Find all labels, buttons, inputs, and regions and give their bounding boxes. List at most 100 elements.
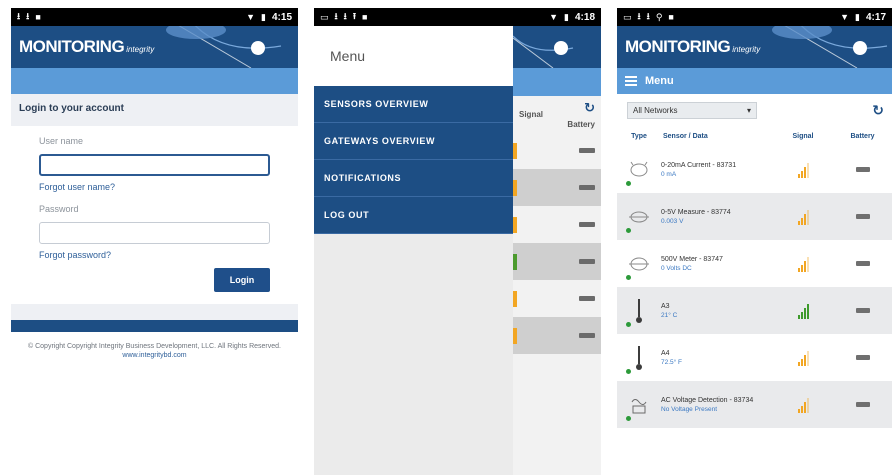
menu-item-log-out[interactable]: LOG OUT [314,197,513,234]
battery-icon [579,222,595,227]
screenshot-icon: ▭ [623,11,632,22]
battery-column-header: Battery [567,119,595,129]
refresh-icon[interactable]: ↻ [872,102,884,119]
sensors-screen: ▭ ⭳ ⭳ ⚲ ■ ▼ ▮ 4:17 MONITORING integrity Menu Al… [617,8,892,475]
table-row [513,132,601,169]
upload-icon: ⭱ [352,11,356,21]
sensor-reading: 72.5° F [661,358,683,366]
signal-strength-icon [797,256,809,272]
battery-icon [579,333,595,338]
sensor-row[interactable]: A4 72.5° F [617,334,892,381]
battery-icon: ▮ [855,11,860,22]
menu-item-sensors-overview[interactable]: SENSORS OVERVIEW [314,86,513,123]
battery-column-header: Battery [850,132,875,140]
sensor-reading: No Voltage Present [661,405,718,413]
battery-icon [855,167,870,172]
refresh-icon[interactable]: ↻ [584,100,595,116]
network-select[interactable]: All Networks ▾ [627,101,757,119]
sensor-column-header: Sensor / Data [663,132,708,140]
spacer-strip [11,304,298,320]
sensor-reading: 0 mA [661,170,677,178]
wifi-icon: ▼ [246,12,256,22]
status-dot [626,416,631,421]
header-band [513,68,601,96]
voltage-sensor-icon [629,211,649,222]
wifi-icon: ▼ [549,12,559,22]
sensor-name: 500V Meter - 83747 [661,255,723,263]
forgot-password-link[interactable]: Forgot password? [39,250,270,260]
signal-strength-icon [797,209,809,225]
website-link[interactable]: www.integritybd.com [25,351,284,360]
network-filter-row: All Networks ▾ ↻ [617,94,892,126]
usb-icon: ⚲ [655,11,663,22]
signal-strength-icon [797,303,809,319]
battery-icon: ▮ [261,11,266,22]
menu-item-notifications[interactable]: NOTIFICATIONS [314,160,513,197]
sensor-table-header: Type Sensor / Data Signal Battery [617,126,892,146]
dimmed-content: Signal ↻ Battery [513,26,601,475]
ac-voltage-icon [631,398,647,413]
dropdown-arrow-icon: ▾ [746,105,751,115]
brand-logo: MONITORING integrity [625,37,761,56]
table-row [513,206,601,243]
login-button[interactable]: Login [214,268,270,292]
logo-banner: MONITORING integrity [617,26,892,68]
password-field[interactable] [39,222,270,244]
status-dot [626,275,631,280]
sensor-name: 0-20mA Current - 83731 [661,161,737,169]
signal-column-header: Signal [792,132,814,140]
download-icon: ⭳ [646,11,650,21]
sensor-name: 0-5V Measure - 83774 [661,208,731,216]
status-dot [626,228,631,233]
hamburger-icon[interactable] [625,76,637,86]
status-dot [626,322,631,327]
status-time: 4:18 [574,11,595,23]
battery-icon [579,296,595,301]
navigation-drawer: Menu SENSORS OVERVIEW GATEWAYS OVERVIEW … [314,26,513,475]
satellite-graphic [513,35,574,68]
battery-icon [579,185,595,190]
sensor-row[interactable]: 0-20mA Current - 83731 0 mA [617,146,892,193]
sensor-row[interactable]: 500V Meter - 83747 0 Volts DC [617,240,892,287]
sensor-row[interactable]: 0-5V Measure - 83774 0.003 V [617,193,892,240]
battery-icon [579,148,595,153]
login-heading: Login to your account [11,94,298,126]
download-icon: ⭳ [334,11,338,21]
download-icon: ⭳ [26,11,30,21]
screenshot-icon: ▭ [320,11,329,22]
username-field[interactable] [39,154,270,176]
password-label: Password [39,204,79,214]
menu-item-gateways-overview[interactable]: GATEWAYS OVERVIEW [314,123,513,160]
menu-bar[interactable]: Menu [617,68,892,94]
thermometer-icon [636,298,642,323]
login-screen: ⭳ ⭳ ■ ▼ ▮ 4:15 MONITORING integrity Login to … [11,8,298,475]
status-bar: ▭ ⭳ ⭳ ⚲ ■ ▼ ▮ 4:17 [617,8,892,26]
sensor-row[interactable]: A3 21° C [617,287,892,334]
table-row [513,169,601,206]
sensor-reading: 0 Volts DC [661,264,692,272]
forgot-username-link[interactable]: Forgot user name? [39,182,270,192]
table-row [513,280,601,317]
status-time: 4:15 [271,11,292,23]
logo-banner: MONITORING integrity [11,26,298,68]
table-row [513,317,601,354]
menu-screen: ▭ ⭳ ⭳ ⭱ ■ ▼ ▮ 4:18 Signal ↻ Battery Menu SENSO… [314,8,601,475]
logo-banner [513,26,601,68]
status-dot [626,181,631,186]
status-dot [626,369,631,374]
signal-column-header: Signal [519,109,544,119]
signal-strength-icon [797,350,809,366]
download-icon: ⭳ [343,11,347,21]
sensor-name: A3 [661,302,670,310]
battery-icon [855,355,870,360]
download-icon: ⭳ [17,11,21,21]
username-label: User name [39,136,84,146]
footer-bar [11,320,298,332]
sensor-row[interactable]: AC Voltage Detection - 83734 No Voltage P… [617,381,892,428]
signal-strength-icon [797,397,809,413]
thermometer-icon [636,345,642,370]
battery-icon [855,214,870,219]
drawer-title: Menu [314,26,513,86]
battery-icon [855,308,870,313]
wifi-icon: ▼ [840,12,850,22]
